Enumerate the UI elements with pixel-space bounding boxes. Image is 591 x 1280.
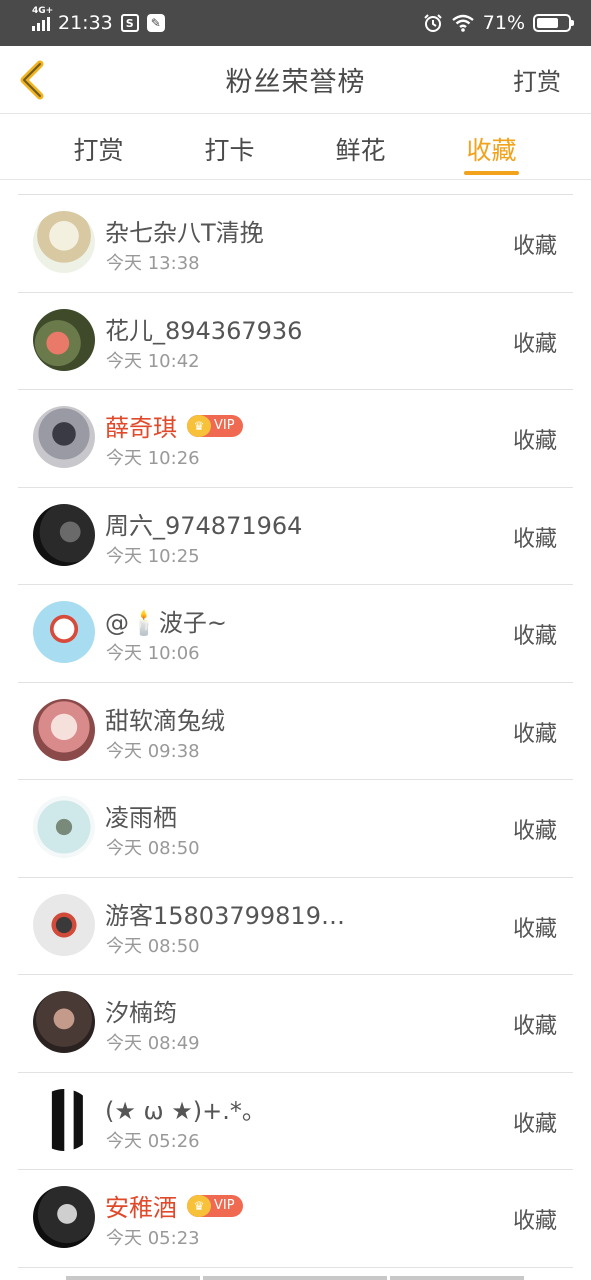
battery-level [537,18,559,28]
list-item[interactable]: (★ ω ★)+.*。 今天 05:26 收藏 [18,1073,573,1170]
fan-time: 今天 08:49 [106,1033,200,1054]
vip-label: VIP [214,1198,235,1213]
list-item[interactable]: 凌雨栖 今天 08:50 收藏 [18,780,573,878]
fan-time: 今天 10:42 [106,350,200,372]
fan-name: 游客15803799819… [105,901,345,930]
vip-badge: ♛ VIP [187,1194,243,1217]
vip-badge: ♛ VIP [187,414,243,437]
fan-name: 杂七杂八T清挽 [105,219,264,247]
page-title: 粉丝荣誉榜 [225,67,366,98]
fan-name: 薛奇琪 [105,414,177,442]
fan-time: 今天 05:23 [106,1228,200,1249]
fan-time: 今天 08:50 [106,935,200,957]
header-bar: 粉丝荣誉榜 打赏 [0,46,591,114]
fan-time: 今天 05:26 [106,1130,200,1152]
crown-icon: ♛ [187,1194,211,1217]
avatar[interactable] [33,406,95,468]
fan-time: 今天 10:06 [106,643,200,664]
list-item[interactable]: 花儿_894367936 今天 10:42 收藏 [18,293,573,390]
network-type: 4G+ [32,6,54,16]
fan-name: (★ ω ★)+.*。 [105,1096,266,1125]
tab-bar: 打赏 打卡 鲜花 收藏 [0,114,591,180]
tab-reward[interactable]: 打赏 [33,114,164,179]
list-item[interactable]: 甜软滴兔绒 今天 09:38 收藏 [18,683,573,780]
fan-name: 汐楠筠 [105,999,177,1027]
fan-action: 收藏 [512,819,557,844]
battery-icon [533,14,574,32]
alarm-icon [424,14,442,32]
list-item[interactable]: 杂七杂八T清挽 今天 13:38 收藏 [18,195,573,293]
fan-action: 收藏 [512,526,557,552]
list-item[interactable]: @🕯️波子~ 今天 10:06 收藏 [18,585,573,683]
tab-flowers[interactable]: 鲜花 [295,114,426,179]
avatar[interactable] [33,991,95,1053]
reward-button[interactable]: 打赏 [513,62,561,97]
status-bar: 4G+ 21:33 S ✎ 71% [0,0,591,46]
fan-time: 今天 10:25 [106,545,200,567]
status-time: 21:33 [58,12,113,34]
fan-time: 今天 08:50 [106,838,200,859]
fan-action: 收藏 [512,916,557,942]
avatar[interactable] [33,698,95,761]
fan-time: 今天 13:38 [106,253,200,274]
fan-action: 收藏 [512,721,557,747]
fan-name: 周六_974871964 [105,511,303,540]
wifi-icon [452,14,474,32]
list-item[interactable]: 周六_974871964 今天 10:25 收藏 [18,488,573,585]
bottom-edge-indicator [66,1276,526,1280]
tab-collect[interactable]: 收藏 [426,114,557,179]
fan-name: 花儿_894367936 [105,316,303,345]
fan-name: 凌雨栖 [105,804,177,832]
sim-icon: S [120,14,139,32]
list-item[interactable]: 薛奇琪 ♛ VIP 今天 10:26 收藏 [18,390,573,488]
fan-name: 甜软滴兔绒 [105,706,225,735]
fan-time: 今天 09:38 [106,740,200,762]
fan-action: 收藏 [512,1209,557,1234]
fan-action: 收藏 [512,1111,557,1137]
battery-percent: 71% [482,12,525,34]
fan-action: 收藏 [512,234,557,259]
fan-action: 收藏 [512,429,557,454]
signal-icon: 4G+ [32,6,53,31]
crown-icon: ♛ [187,414,211,437]
avatar[interactable] [33,796,95,858]
avatar[interactable] [33,503,95,566]
fan-list: 杂七杂八T清挽 今天 13:38 收藏 花儿_894367936 今天 10:4… [18,195,573,1268]
avatar[interactable] [33,601,95,663]
avatar[interactable] [33,308,95,371]
avatar[interactable] [33,211,95,273]
fan-name: @🕯️波子~ [105,609,227,637]
tab-checkin[interactable]: 打卡 [164,114,295,179]
fan-name: 安稚酒 [105,1194,177,1222]
fan-time: 今天 10:26 [106,448,200,469]
avatar[interactable] [33,893,95,956]
vip-label: VIP [214,418,235,433]
fan-action: 收藏 [512,331,557,357]
fan-action: 收藏 [512,624,557,649]
fan-action: 收藏 [512,1014,557,1039]
list-item[interactable]: 安稚酒 ♛ VIP 今天 05:23 收藏 [18,1170,573,1268]
pen-icon: ✎ [146,14,165,32]
avatar[interactable] [33,1186,95,1248]
avatar[interactable] [33,1088,95,1151]
list-item[interactable]: 汐楠筠 今天 08:49 收藏 [18,975,573,1073]
list-item[interactable]: 游客15803799819… 今天 08:50 收藏 [18,878,573,975]
